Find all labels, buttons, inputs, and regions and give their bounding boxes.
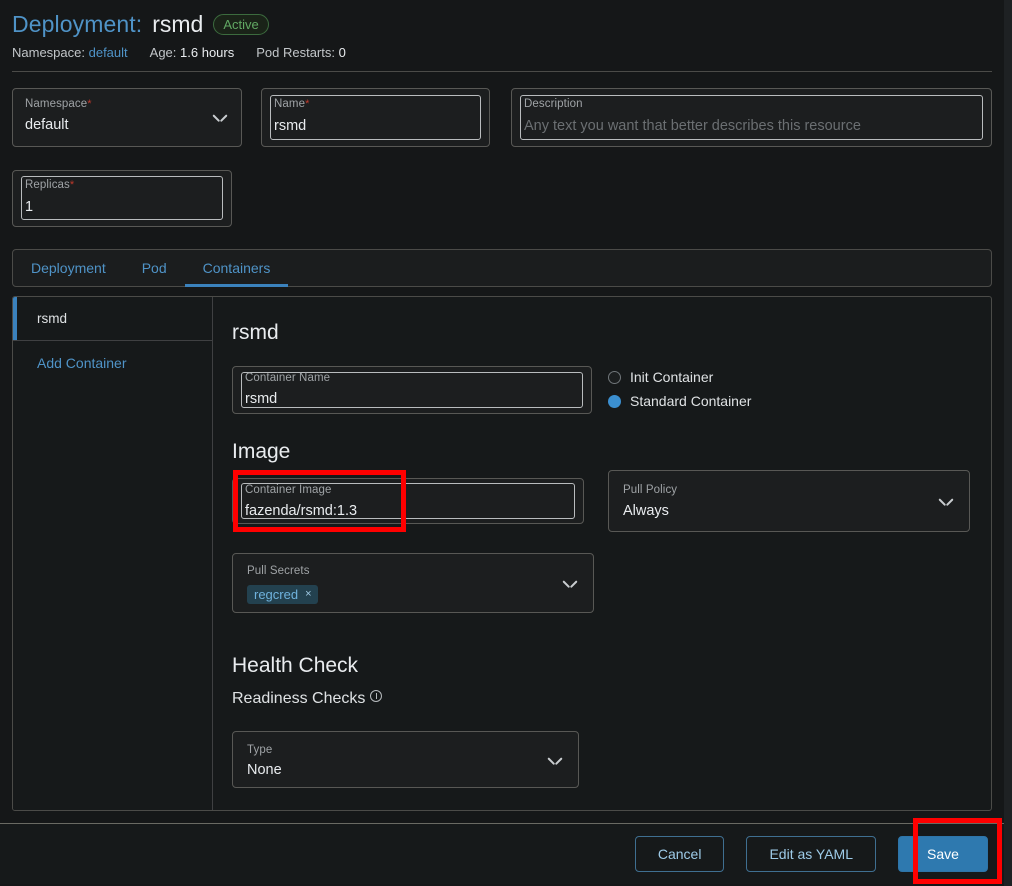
readiness-type-value: None	[247, 762, 282, 778]
meta-restarts-label: Pod Restarts:	[256, 45, 335, 60]
replicas-input[interactable]: 1	[25, 199, 33, 215]
info-icon[interactable]	[370, 690, 383, 702]
pull-policy-label: Pull Policy	[623, 484, 678, 496]
pull-secrets-select[interactable]: Pull Secrets regcred ×	[232, 553, 594, 613]
status-badge: Active	[213, 13, 269, 35]
pull-secret-chip-label: regcred	[254, 587, 299, 602]
namespace-select[interactable]: Namespace* default	[12, 88, 242, 147]
image-section-title: Image	[232, 440, 291, 463]
deployment-edit-page: Deployment: rsmd Active Namespace: defau…	[0, 0, 1012, 886]
container-sidebar: rsmd Add Container	[13, 297, 212, 810]
chevron-down-icon[interactable]	[939, 498, 953, 507]
chevron-down-icon[interactable]	[213, 114, 227, 123]
tab-list: Deployment Pod Containers	[13, 250, 289, 287]
required-marker: *	[87, 98, 92, 110]
radio-standard-container-icon[interactable]	[608, 394, 621, 408]
radio-standard-container[interactable]: Standard Container	[608, 393, 751, 409]
page-title: Deployment: rsmd Active	[12, 9, 992, 39]
replicas-field[interactable]: Replicas* 1	[12, 170, 232, 227]
edit-as-yaml-button[interactable]: Edit as YAML	[746, 836, 876, 872]
name-field[interactable]: Name* rsmd	[261, 88, 490, 147]
readiness-type-label: Type	[247, 744, 273, 756]
resource-meta: Namespace: default Age: 1.6 hours Pod Re…	[12, 45, 992, 60]
tab-pod[interactable]: Pod	[124, 250, 185, 286]
meta-namespace: Namespace: default	[12, 45, 128, 60]
container-name-field[interactable]: Container Name rsmd	[232, 366, 592, 414]
readiness-checks-title: Readiness Checks	[232, 690, 383, 708]
sidebar-item-rsmd[interactable]: rsmd	[13, 297, 212, 341]
radio-standard-container-label: Standard Container	[630, 393, 752, 409]
tab-deployment[interactable]: Deployment	[13, 250, 124, 286]
page-title-resource-name: rsmd	[152, 10, 204, 37]
name-label: Name*	[274, 98, 310, 110]
replicas-label: Replicas*	[25, 179, 75, 191]
container-heading: rsmd	[232, 321, 279, 344]
panel-vertical-divider	[212, 297, 213, 810]
name-input[interactable]: rsmd	[274, 118, 306, 134]
required-marker: *	[305, 98, 310, 110]
meta-age: Age: 1.6 hours	[150, 45, 235, 60]
container-image-field[interactable]: Container Image fazenda/rsmd:1.3	[232, 478, 584, 524]
right-edge-strip	[1004, 0, 1012, 886]
page-title-prefix: Deployment:	[12, 10, 143, 37]
namespace-value: default	[25, 117, 69, 133]
readiness-type-select[interactable]: Type None	[232, 731, 579, 788]
description-label: Description	[524, 98, 583, 110]
tab-bar: Deployment Pod Containers	[12, 249, 992, 287]
container-image-label: Container Image	[245, 484, 332, 496]
pull-policy-select[interactable]: Pull Policy Always	[608, 470, 970, 532]
description-field[interactable]: Description Any text you want that bette…	[511, 88, 992, 147]
meta-age-value: 1.6 hours	[180, 45, 235, 60]
pull-policy-value: Always	[623, 503, 669, 519]
save-button[interactable]: Save	[898, 836, 988, 872]
radio-init-container[interactable]: Init Container	[608, 369, 713, 385]
page-header: Deployment: rsmd Active Namespace: defau…	[0, 0, 1004, 61]
pull-secret-chip[interactable]: regcred ×	[247, 585, 318, 604]
meta-restarts-value: 0	[338, 45, 346, 60]
required-marker: *	[69, 179, 75, 191]
container-name-label: Container Name	[245, 372, 331, 384]
radio-init-container-label: Init Container	[630, 369, 714, 385]
cancel-button[interactable]: Cancel	[634, 836, 725, 872]
pull-secrets-label: Pull Secrets	[247, 565, 310, 577]
container-name-input[interactable]: rsmd	[245, 391, 277, 407]
health-check-title: Health Check	[232, 654, 359, 677]
action-bar: Cancel Edit as YAML Save	[0, 824, 1004, 884]
meta-namespace-link[interactable]: default	[89, 45, 128, 60]
meta-namespace-label: Namespace:	[12, 45, 85, 60]
container-image-input[interactable]: fazenda/rsmd:1.3	[245, 503, 357, 519]
close-icon[interactable]: ×	[305, 589, 311, 600]
add-container-button[interactable]: Add Container	[13, 341, 212, 385]
sidebar-item-label: rsmd	[37, 311, 67, 326]
description-input[interactable]: Any text you want that better describes …	[524, 118, 861, 134]
namespace-label: Namespace*	[25, 98, 92, 110]
header-divider	[12, 71, 992, 72]
meta-age-label: Age:	[149, 45, 177, 60]
chevron-down-icon[interactable]	[563, 580, 577, 589]
radio-init-container-icon[interactable]	[608, 370, 621, 384]
meta-pod-restarts: Pod Restarts: 0	[256, 45, 346, 60]
chevron-down-icon[interactable]	[548, 757, 562, 766]
tab-containers[interactable]: Containers	[184, 250, 289, 287]
